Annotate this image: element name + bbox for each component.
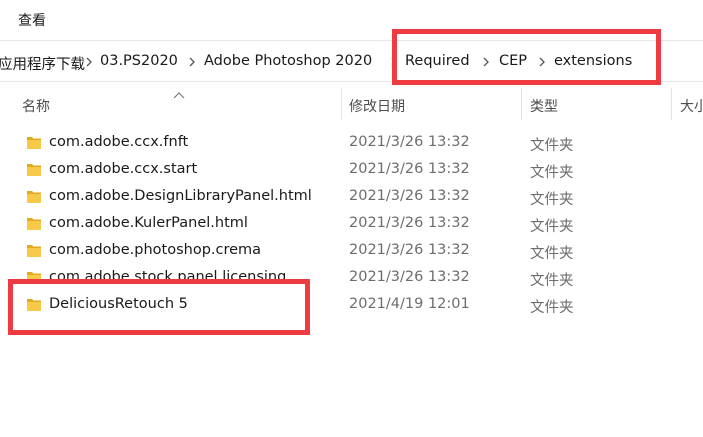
list-item[interactable]: com.adobe.stock.panel.licensing 2021/3/2…	[0, 265, 703, 292]
list-item[interactable]: com.adobe.KulerPanel.html 2021/3/26 13:3…	[0, 211, 703, 238]
file-date: 2021/3/26 13:32	[349, 215, 470, 231]
file-date: 2021/3/26 13:32	[349, 188, 470, 204]
file-date: 2021/3/26 13:32	[349, 134, 470, 150]
column-divider[interactable]	[341, 88, 342, 120]
file-type: 文件夹	[530, 219, 574, 235]
file-name: com.adobe.stock.panel.licensing	[49, 269, 287, 285]
folder-icon	[26, 216, 42, 231]
folder-icon	[26, 243, 42, 258]
column-header-date[interactable]: 修改日期	[349, 96, 405, 116]
file-date: 2021/3/26 13:32	[349, 269, 470, 285]
column-header-name[interactable]: 名称	[22, 96, 50, 116]
file-name: com.adobe.DesignLibraryPanel.html	[49, 188, 312, 204]
chevron-right-icon[interactable]	[187, 55, 197, 69]
breadcrumb-item-photoshop[interactable]: Adobe Photoshop 2020	[204, 53, 372, 69]
column-header-size[interactable]: 大小	[680, 96, 703, 116]
folder-icon	[26, 189, 42, 204]
chevron-right-icon[interactable]	[481, 55, 491, 69]
file-type: 文件夹	[530, 138, 574, 154]
file-type: 文件夹	[530, 165, 574, 181]
file-name: DeliciousRetouch 5	[49, 296, 188, 312]
file-type: 文件夹	[530, 273, 574, 289]
list-item[interactable]: com.adobe.photoshop.crema 2021/3/26 13:3…	[0, 238, 703, 265]
file-date: 2021/3/26 13:32	[349, 161, 470, 177]
folder-icon	[26, 297, 42, 312]
column-header-type[interactable]: 类型	[530, 96, 558, 116]
file-date: 2021/4/19 12:01	[349, 296, 470, 312]
file-name: com.adobe.KulerPanel.html	[49, 215, 248, 231]
list-item[interactable]: DeliciousRetouch 5 2021/4/19 12:01 文件夹	[0, 292, 703, 319]
file-name: com.adobe.photoshop.crema	[49, 242, 262, 258]
chevron-right-icon[interactable]	[537, 55, 547, 69]
breadcrumb: 应用程序下载 03.PS2020 Adobe Photoshop 2020 Re…	[0, 40, 703, 82]
folder-icon	[26, 270, 42, 285]
list-item[interactable]: com.adobe.ccx.start 2021/3/26 13:32 文件夹	[0, 157, 703, 184]
menu-view[interactable]: 查看	[18, 10, 46, 30]
file-name: com.adobe.ccx.start	[49, 161, 198, 177]
breadcrumb-item-cep[interactable]: CEP	[499, 53, 527, 69]
file-date: 2021/3/26 13:32	[349, 242, 470, 258]
chevron-right-icon[interactable]	[389, 55, 399, 69]
list-item[interactable]: com.adobe.DesignLibraryPanel.html 2021/3…	[0, 184, 703, 211]
breadcrumb-item-downloads[interactable]: 应用程序下载	[0, 53, 85, 74]
breadcrumb-item-extensions[interactable]: extensions	[554, 53, 632, 69]
file-type: 文件夹	[530, 300, 574, 316]
list-item[interactable]: com.adobe.ccx.fnft 2021/3/26 13:32 文件夹	[0, 130, 703, 157]
file-name: com.adobe.ccx.fnft	[49, 134, 189, 150]
column-divider[interactable]	[521, 88, 522, 120]
file-type: 文件夹	[530, 192, 574, 208]
chevron-right-icon[interactable]	[84, 55, 94, 69]
folder-icon	[26, 135, 42, 150]
column-divider[interactable]	[671, 88, 672, 120]
file-type: 文件夹	[530, 246, 574, 262]
breadcrumb-item-ps2020[interactable]: 03.PS2020	[100, 53, 178, 69]
menu-bar: 查看	[0, 0, 703, 40]
folder-icon	[26, 162, 42, 177]
breadcrumb-item-required[interactable]: Required	[405, 53, 470, 69]
